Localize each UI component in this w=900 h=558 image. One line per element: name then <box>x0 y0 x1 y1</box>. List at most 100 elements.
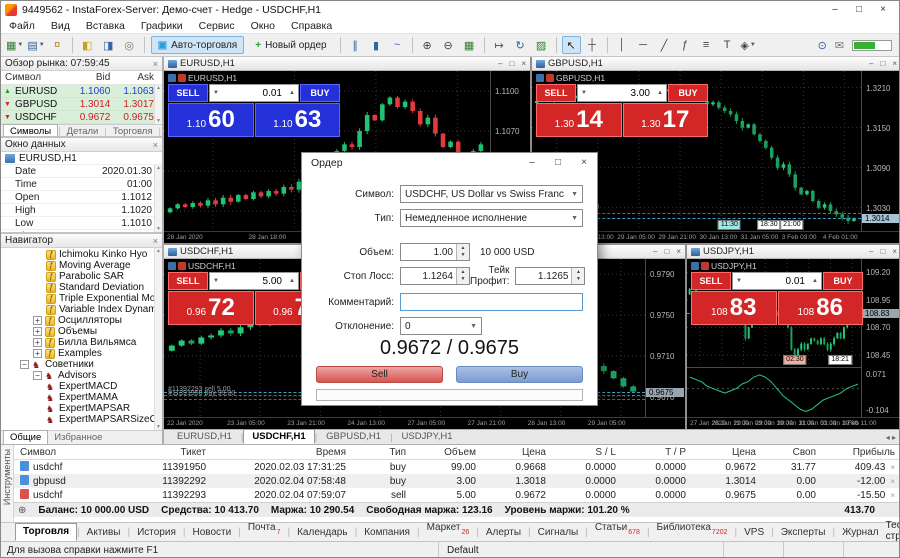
volume-stepper[interactable]: ▼0.01▲ <box>209 84 299 102</box>
tree-expander[interactable]: − <box>33 371 42 380</box>
chart-close-button[interactable]: × <box>892 59 897 68</box>
chart-tab-1[interactable]: EURUSD,H1 <box>168 429 241 444</box>
chart-minimize-button[interactable]: – <box>653 247 657 256</box>
column-header[interactable]: Тикет <box>122 447 212 458</box>
scrollbar[interactable]: ▲▼ <box>154 248 162 430</box>
navigator-item[interactable]: ♞ExpertMACD <box>1 381 162 392</box>
menu-file[interactable]: Файл <box>1 19 43 33</box>
text-label-icon[interactable]: T <box>718 36 737 54</box>
chart-close-button[interactable]: × <box>676 247 681 256</box>
tree-expander[interactable]: + <box>33 338 42 347</box>
volume-up-icon[interactable]: ▲ <box>286 90 298 96</box>
scrollbar[interactable]: ▲▼ <box>154 85 162 124</box>
navigator-item[interactable]: ♞ExpertMAPSARSizeOptim <box>1 414 162 425</box>
toolbox-tab-14[interactable]: Эксперты <box>774 525 833 541</box>
volume-down-icon[interactable]: ▼ <box>210 90 222 96</box>
column-header[interactable]: Тип <box>352 447 412 458</box>
toolbox-tab-12[interactable]: Библиотека7202 <box>650 520 735 541</box>
candlestick-chart-icon[interactable]: ▮ <box>367 36 386 54</box>
column-header[interactable]: Время <box>212 447 352 458</box>
dialog-close-button[interactable]: × <box>571 153 597 173</box>
cursor-icon[interactable]: ↖ <box>562 36 581 54</box>
close-position-icon[interactable]: × <box>890 477 895 486</box>
volume-stepper[interactable]: ▼3.00▲ <box>577 84 667 102</box>
tree-expander[interactable]: − <box>20 360 29 369</box>
toolbox-tab-4[interactable]: Новости <box>185 525 238 541</box>
deposit-icon[interactable]: ¤ <box>48 36 67 54</box>
sell-price[interactable]: 10883 <box>691 291 777 325</box>
dialog-maximize-button[interactable]: □ <box>545 153 571 173</box>
column-header[interactable]: Цена <box>692 447 762 458</box>
vertical-line-icon[interactable]: │ <box>613 36 632 54</box>
column-header-bid[interactable]: Bid <box>67 72 111 83</box>
market-watch-tab-1[interactable]: Символы <box>3 124 58 138</box>
close-icon[interactable]: × <box>153 59 158 69</box>
chart-maximize-button[interactable]: □ <box>880 247 885 256</box>
market-watch-tab-4[interactable]: Тики <box>161 125 162 138</box>
sell-button[interactable]: Sell <box>316 366 443 383</box>
buy-button[interactable]: BUY <box>668 84 708 102</box>
chart-tab-3[interactable]: GBPUSD,H1 <box>317 429 390 444</box>
volume-up-icon[interactable]: ▲ <box>654 90 666 96</box>
chart-close-button[interactable]: × <box>892 247 897 256</box>
data-window-icon[interactable]: ◨ <box>99 36 118 54</box>
position-row[interactable]: usdchf113919502020.02.03 17:31:25buy99.0… <box>14 460 900 474</box>
column-header[interactable]: Объем <box>412 447 482 458</box>
toolbox-tab-1[interactable]: Торговля <box>15 523 77 541</box>
navigator-item[interactable]: ƒStandard Deviation <box>1 282 162 293</box>
channels-icon[interactable]: ≡ <box>697 36 716 54</box>
navigator-item[interactable]: +ƒОбъемы <box>1 326 162 337</box>
menu-insert[interactable]: Вставка <box>78 19 133 33</box>
window-minimize-button[interactable]: – <box>823 1 847 19</box>
sell-price[interactable]: 0.9672 <box>168 291 254 325</box>
new-chart-icon[interactable]: ▦▼ <box>5 36 24 54</box>
navigator-item[interactable]: ƒVariable Index Dynamic A <box>1 304 162 315</box>
toolbox-tab-3[interactable]: История <box>130 525 183 541</box>
templates-icon[interactable]: ▨ <box>532 36 551 54</box>
stepper-arrows-icon[interactable]: ▲▼ <box>456 268 469 284</box>
sell-price[interactable]: 1.1060 <box>168 103 254 137</box>
chat-icon[interactable]: ✉ <box>835 39 844 52</box>
volume-down-icon[interactable]: ▼ <box>210 278 222 284</box>
navigator-item[interactable]: +ƒExamples <box>1 348 162 359</box>
tree-expander[interactable]: + <box>33 327 42 336</box>
column-header[interactable]: S / L <box>552 447 622 458</box>
trendline-icon[interactable]: ╱ <box>655 36 674 54</box>
window-close-button[interactable]: × <box>871 1 895 19</box>
column-header[interactable]: Своп <box>762 447 822 458</box>
buy-button[interactable]: BUY <box>823 272 863 290</box>
zoom-out-icon[interactable]: ⊖ <box>439 36 458 54</box>
column-header[interactable]: T / P <box>622 447 692 458</box>
buy-price[interactable]: 1.1063 <box>255 103 341 137</box>
expand-balance-icon[interactable]: ⊕ <box>18 505 26 516</box>
toolbox-side-tab[interactable]: Инструменты <box>1 445 14 522</box>
position-row[interactable]: gbpusd113922922020.02.04 07:58:48buy3.00… <box>14 474 900 488</box>
chart-minimize-button[interactable]: – <box>869 59 873 68</box>
menu-window[interactable]: Окно <box>243 19 283 33</box>
menu-tools[interactable]: Сервис <box>191 19 243 33</box>
sell-price[interactable]: 1.3014 <box>536 103 622 137</box>
toolbox-tab-10[interactable]: Сигналы <box>531 525 586 541</box>
buy-price[interactable]: 10886 <box>778 291 864 325</box>
auto-scroll-icon[interactable]: ↻ <box>511 36 530 54</box>
position-row[interactable]: usdchf113922932020.02.04 07:59:07sell5.0… <box>14 488 900 502</box>
navigator-item[interactable]: +ƒБилла Вильямса <box>1 337 162 348</box>
close-position-icon[interactable]: × <box>890 463 895 472</box>
navigator-tab-2[interactable]: Избранное <box>48 431 108 444</box>
take-profit-stepper[interactable]: 1.1265 ▲▼ <box>515 267 585 285</box>
toolbox-tab-2[interactable]: Активы <box>80 525 128 541</box>
chart-window-titlebar[interactable]: EURUSD,H1–□× <box>164 57 530 71</box>
chart-window-titlebar[interactable]: GBPUSD,H1–□× <box>532 57 900 71</box>
close-icon[interactable]: × <box>153 236 158 246</box>
market-watch-icon[interactable]: ◧ <box>78 36 97 54</box>
sell-button[interactable]: SELL <box>168 84 208 102</box>
stepper-arrows-icon[interactable]: ▲▼ <box>571 268 584 284</box>
order-type-select[interactable]: Немедленное исполнение ▼ <box>400 209 583 227</box>
navigator-item[interactable]: +ƒОсцилляторы <box>1 315 162 326</box>
chart-shift-icon[interactable]: ↦ <box>490 36 509 54</box>
tree-expander[interactable]: + <box>33 349 42 358</box>
navigator-item[interactable]: ♞ExpertMAPSAR <box>1 403 162 414</box>
volume-stepper[interactable]: ▼0.01▲ <box>732 272 822 290</box>
volume-down-icon[interactable]: ▼ <box>733 278 745 284</box>
chart-maximize-button[interactable]: □ <box>509 59 514 68</box>
